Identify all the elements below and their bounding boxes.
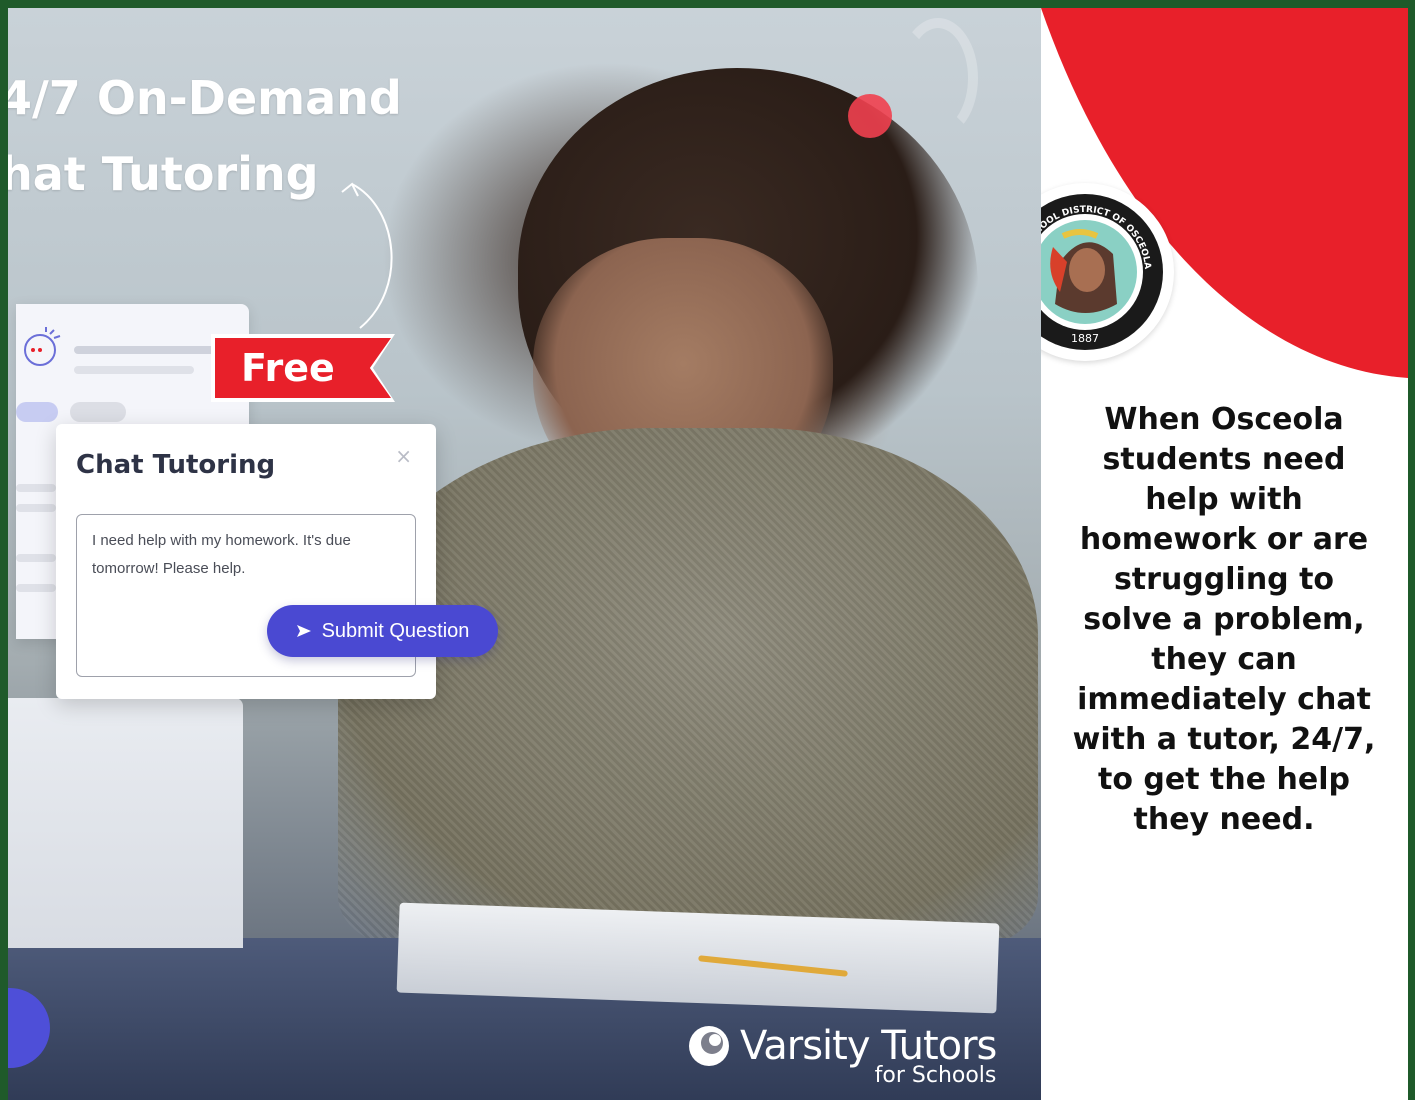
seal-year: 1887 xyxy=(1071,332,1099,345)
placeholder-line xyxy=(74,346,224,354)
submit-question-button[interactable]: Submit Question xyxy=(267,605,498,657)
chat-bubbles-icon xyxy=(24,327,61,366)
free-tag: Free xyxy=(215,338,391,398)
varsity-tutors-logo: Varsity Tutors for Schools xyxy=(686,1023,997,1088)
photo-sweater xyxy=(338,428,1038,948)
info-blurb: When Osceola students need help with hom… xyxy=(1072,402,1376,837)
placeholder-line xyxy=(74,366,194,374)
send-icon xyxy=(296,625,311,637)
decorative-swirl xyxy=(898,18,978,138)
placeholder-line xyxy=(16,584,56,592)
right-info-panel: NEW! THE SCHOOL DISTRICT OF OSCEOLA COUN… xyxy=(1041,8,1408,1100)
headline-line-1: 4/7 On-Demand xyxy=(8,71,402,125)
chat-tutoring-card: Chat Tutoring × I need help with my home… xyxy=(56,424,436,699)
photo-laptop xyxy=(8,698,243,948)
frame-right xyxy=(1408,0,1415,1100)
placeholder-pill xyxy=(70,402,126,422)
close-icon[interactable]: × xyxy=(395,444,412,468)
hero-photo: 4/7 On-Demand hat Tutoring Free Chat Tut… xyxy=(8,8,1041,1100)
chat-card-title: Chat Tutoring xyxy=(76,450,276,480)
decorative-red-dot xyxy=(848,94,892,138)
curved-arrow-icon xyxy=(341,182,393,329)
school-district-seal-icon: THE SCHOOL DISTRICT OF OSCEOLA COUNTY, F… xyxy=(1041,192,1163,350)
osceola-district-seal: THE SCHOOL DISTRICT OF OSCEOLA COUNTY, F… xyxy=(1041,183,1174,361)
placeholder-pill xyxy=(16,402,58,422)
placeholder-line xyxy=(16,554,56,562)
placeholder-line xyxy=(16,504,56,512)
frame-left xyxy=(0,0,8,1100)
submit-question-label: Submit Question xyxy=(321,619,470,642)
varsity-tutors-logo-icon xyxy=(689,1026,729,1066)
placeholder-line xyxy=(16,484,56,492)
frame-top xyxy=(0,0,1415,8)
